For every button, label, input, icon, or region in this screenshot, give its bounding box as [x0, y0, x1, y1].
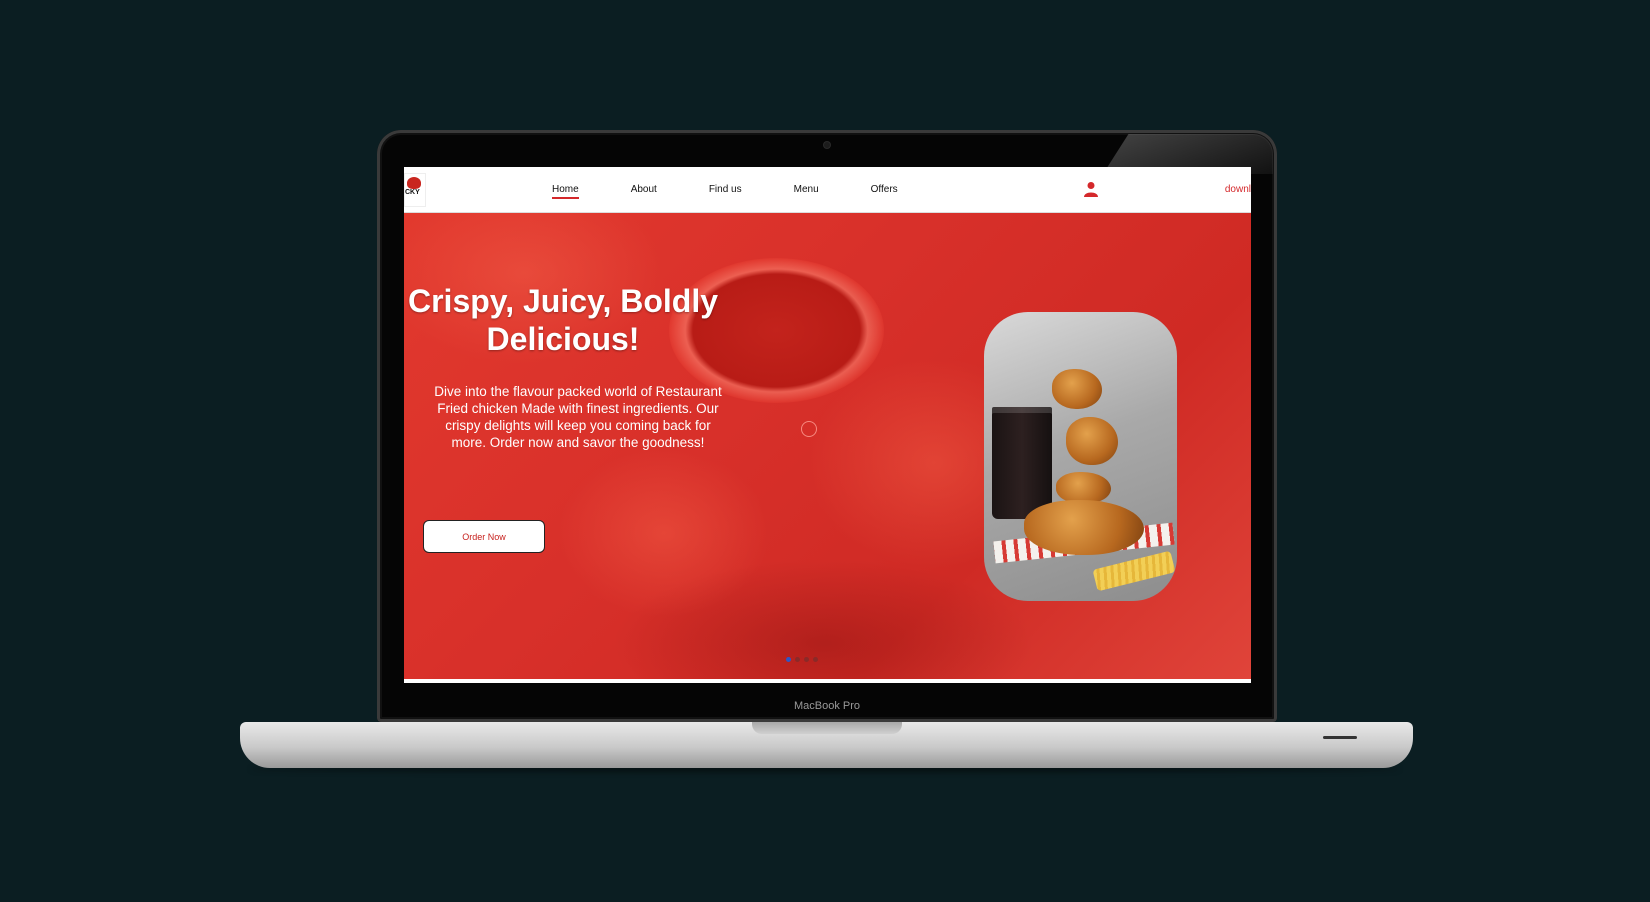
laptop-notch — [752, 722, 902, 734]
hero-title: Crispy, Juicy, Boldly Delicious! — [407, 283, 718, 357]
cola-glass — [992, 407, 1052, 519]
screen-bottom-strip — [404, 679, 1251, 683]
laptop-base — [240, 722, 1413, 768]
nav-link-find-us[interactable]: Find us — [709, 184, 742, 195]
hero-description: Dive into the flavour packed world of Re… — [434, 384, 722, 450]
hero-section: Crispy, Juicy, Boldly Delicious! Dive in… — [404, 213, 1251, 679]
nav-links: Home About Find us Menu Offers — [552, 184, 950, 199]
nav-link-about[interactable]: About — [631, 184, 657, 195]
logo-text: CKY — [405, 189, 420, 196]
chicken-piece — [1024, 500, 1144, 555]
slide-dot[interactable] — [813, 657, 818, 662]
user-icon[interactable] — [1084, 181, 1098, 197]
slide-indicators — [786, 657, 818, 662]
slide-dot[interactable] — [795, 657, 800, 662]
cursor-crosshair-icon — [801, 421, 817, 437]
laptop-label: MacBook Pro — [793, 700, 861, 712]
nav-link-menu[interactable]: Menu — [794, 184, 819, 195]
slide-dot[interactable] — [804, 657, 809, 662]
website-screen: CKY Home About Find us Menu Offers downl… — [404, 167, 1251, 683]
order-now-button[interactable]: Order Now — [423, 520, 545, 553]
camera — [824, 142, 830, 148]
food-photo-card — [984, 312, 1177, 601]
nav-link-home[interactable]: Home — [552, 184, 579, 199]
chicken-piece — [1052, 369, 1102, 409]
navbar: CKY Home About Find us Menu Offers downl — [404, 167, 1251, 213]
logo[interactable]: CKY — [404, 173, 426, 207]
nav-link-offers[interactable]: Offers — [871, 184, 898, 195]
chicken-logo-icon — [407, 177, 421, 189]
chicken-piece — [1066, 417, 1118, 465]
fries — [1092, 550, 1176, 592]
laptop-indicator — [1323, 736, 1357, 739]
slide-dot[interactable] — [786, 657, 791, 662]
download-link[interactable]: downl — [1225, 184, 1251, 195]
